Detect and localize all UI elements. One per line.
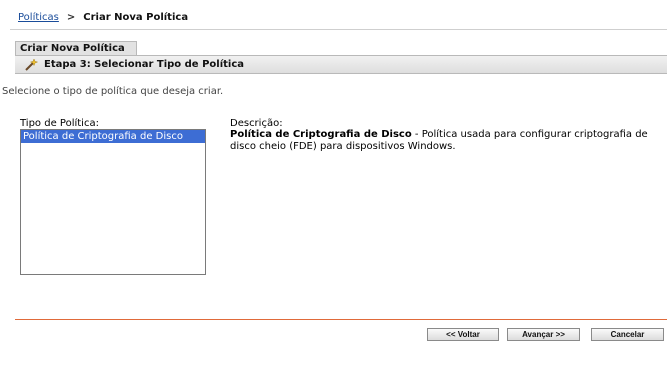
description-label: Descrição: [230, 118, 283, 129]
wand-icon [24, 57, 39, 72]
description-policy-name: Política de Criptografia de Disco [230, 129, 412, 140]
policy-type-listbox[interactable]: Política de Criptografia de Disco [20, 129, 206, 275]
header-divider [10, 29, 667, 30]
back-button[interactable]: << Voltar [427, 328, 499, 341]
policy-type-option-disk-encryption[interactable]: Política de Criptografia de Disco [21, 130, 205, 143]
cancel-button[interactable]: Cancelar [591, 328, 664, 341]
breadcrumb-separator: > [66, 12, 76, 23]
wizard-tab: Criar Nova Política [15, 41, 137, 55]
breadcrumb-link-policies[interactable]: Políticas [18, 12, 59, 23]
instructions-text: Selecione o tipo de política que deseja … [2, 86, 224, 97]
step-header: Etapa 3: Selecionar Tipo de Política [15, 55, 667, 74]
policy-type-label: Tipo de Política: [20, 118, 99, 129]
next-button[interactable]: Avançar >> [507, 328, 580, 341]
footer-divider [15, 319, 667, 320]
breadcrumb: Políticas > Criar Nova Política [18, 12, 188, 23]
breadcrumb-current: Criar Nova Política [83, 12, 189, 23]
description-text: Política de Criptografia de Disco - Polí… [230, 129, 655, 153]
step-title: Etapa 3: Selecionar Tipo de Política [44, 59, 245, 70]
